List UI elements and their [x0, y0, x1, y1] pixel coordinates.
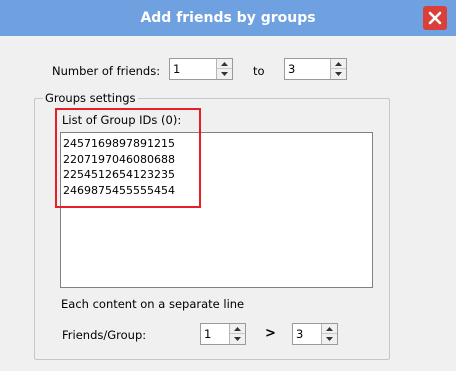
arrow-down-icon	[221, 72, 228, 76]
group-ids-lines: 2457169897891215 2207197046080688 225451…	[63, 136, 175, 198]
friends-from-value[interactable]: 1	[173, 59, 180, 79]
arrow-up-icon	[221, 61, 228, 66]
friends-to-value[interactable]: 3	[288, 59, 295, 79]
group-ids-list-label: List of Group IDs (0):	[62, 113, 182, 127]
arrow-up-icon	[326, 326, 333, 331]
close-icon	[428, 11, 442, 25]
title-bar: Add friends by groups	[0, 0, 456, 36]
friends-from-stepper[interactable]: 1	[169, 58, 233, 80]
group-id-line: 2207197046080688	[63, 152, 175, 166]
arrow-down-icon	[234, 337, 241, 341]
to-label: to	[253, 64, 265, 78]
friends-per-group-max-down-button[interactable]	[322, 334, 337, 344]
separate-line-hint: Each content on a separate line	[61, 297, 245, 311]
arrow-up-icon	[335, 61, 342, 66]
friends-per-group-min-stepper[interactable]: 1	[200, 323, 246, 345]
friends-per-group-min-down-button[interactable]	[230, 334, 245, 344]
group-id-line: 2254512654123235	[63, 168, 175, 181]
friends-from-up-button[interactable]	[217, 59, 232, 69]
friends-from-down-button[interactable]	[217, 69, 232, 79]
friends-per-group-min-up-button[interactable]	[230, 324, 245, 334]
friends-per-group-max-stepper[interactable]: 3	[292, 323, 338, 345]
arrow-down-icon	[335, 72, 342, 76]
window-title: Add friends by groups	[140, 10, 316, 26]
friends-per-group-max-up-button[interactable]	[322, 324, 337, 334]
close-button[interactable]	[423, 6, 447, 30]
friends-per-group-label: Friends/Group:	[62, 328, 147, 342]
group-ids-textarea[interactable]: 2457169897891215 2207197046080688 225451…	[60, 132, 373, 288]
group-id-line: 2457169897891215	[63, 137, 175, 150]
arrow-up-icon	[234, 326, 241, 331]
arrow-down-icon	[326, 337, 333, 341]
friends-to-up-button[interactable]	[331, 59, 346, 69]
add-friends-dialog: Add friends by groups Number of friends:…	[0, 0, 456, 371]
number-of-friends-label: Number of friends:	[52, 64, 161, 78]
friends-to-stepper[interactable]: 3	[284, 58, 347, 80]
friends-per-group-min-value[interactable]: 1	[204, 324, 211, 344]
friends-to-down-button[interactable]	[331, 69, 346, 79]
friends-per-group-max-value[interactable]: 3	[296, 324, 303, 344]
groups-settings-legend: Groups settings	[43, 91, 138, 105]
group-id-line: 2469875455555454	[63, 183, 175, 197]
greater-than-separator: >	[265, 326, 276, 341]
